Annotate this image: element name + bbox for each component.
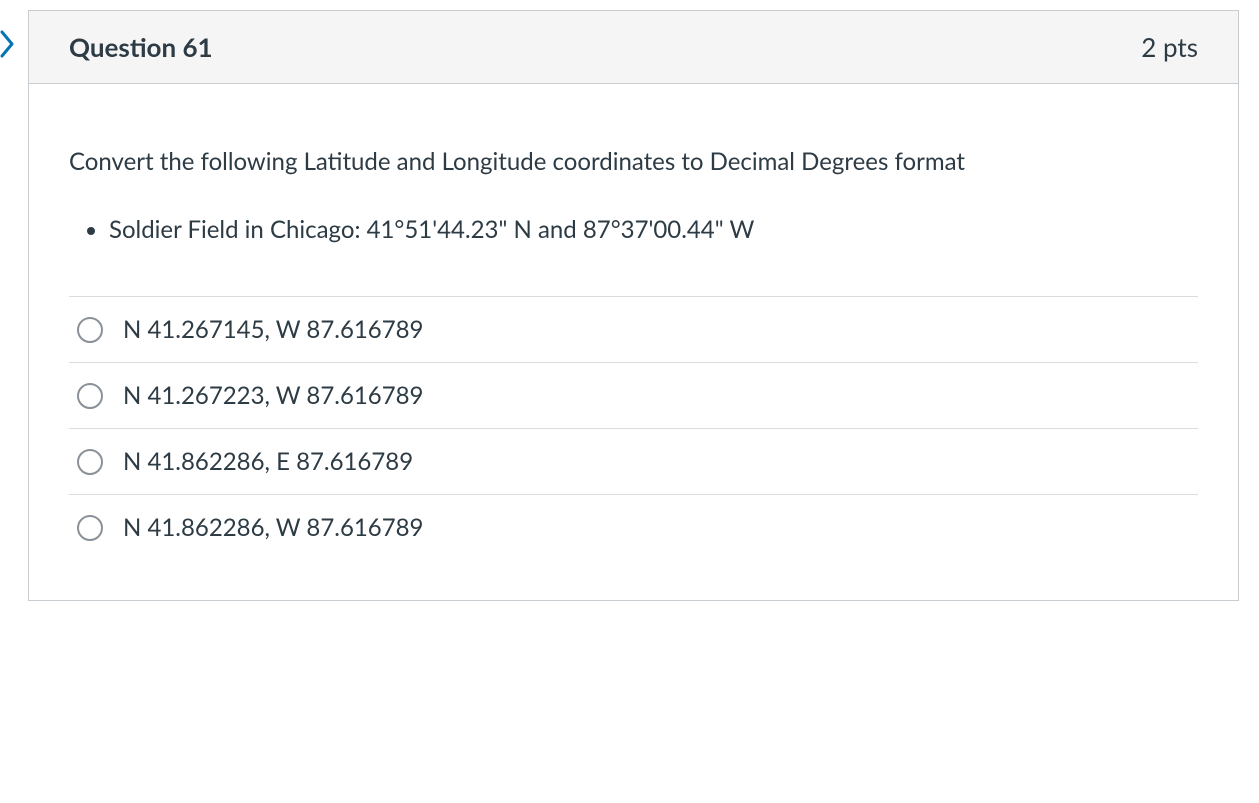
question-title: Question 61 xyxy=(69,31,213,63)
answer-option[interactable]: N 41.267145, W 87.616789 xyxy=(69,296,1198,362)
question-header: Question 61 2 pts xyxy=(29,11,1238,84)
answer-option[interactable]: N 41.862286, W 87.616789 xyxy=(69,494,1198,560)
question-prompt: Convert the following Latitude and Longi… xyxy=(69,144,1198,180)
answer-text: N 41.267145, W 87.616789 xyxy=(123,315,423,344)
answer-text: N 41.267223, W 87.616789 xyxy=(123,381,423,410)
question-bullet-list: Soldier Field in Chicago: 41°51'44.23" N… xyxy=(69,212,1198,248)
radio-icon xyxy=(77,515,103,541)
radio-icon xyxy=(77,317,103,343)
question-card: Question 61 2 pts Convert the following … xyxy=(28,10,1239,601)
answer-option[interactable]: N 41.267223, W 87.616789 xyxy=(69,362,1198,428)
answer-list: N 41.267145, W 87.616789 N 41.267223, W … xyxy=(69,296,1198,560)
radio-icon xyxy=(77,383,103,409)
radio-icon xyxy=(77,449,103,475)
answer-option[interactable]: N 41.862286, E 87.616789 xyxy=(69,428,1198,494)
question-bullet-item: Soldier Field in Chicago: 41°51'44.23" N… xyxy=(109,212,1198,248)
next-chevron-icon[interactable] xyxy=(0,30,16,62)
answer-text: N 41.862286, E 87.616789 xyxy=(123,447,413,476)
question-body: Convert the following Latitude and Longi… xyxy=(29,84,1238,600)
answer-text: N 41.862286, W 87.616789 xyxy=(123,513,423,542)
question-points: 2 pts xyxy=(1141,31,1198,63)
